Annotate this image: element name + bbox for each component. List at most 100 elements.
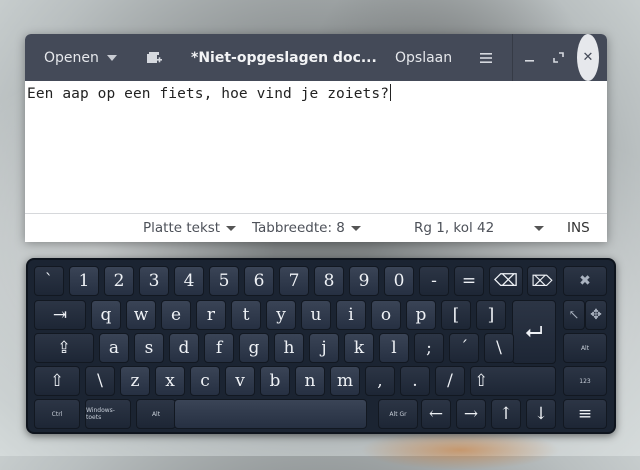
open-button[interactable]: Openen xyxy=(44,34,117,81)
document-text: Een aap op een fiets, hoe vind je zoiets… xyxy=(27,84,392,102)
numeric-mode-key[interactable]: 123 xyxy=(563,366,607,396)
key-semicolon[interactable]: ; xyxy=(414,333,444,363)
minimize-icon[interactable] xyxy=(523,34,537,81)
arrow-up-key[interactable]: ↑ xyxy=(491,399,521,429)
background-highlight xyxy=(360,430,560,470)
key-p[interactable]: p xyxy=(406,300,436,330)
alt-gr-key[interactable]: Alt Gr xyxy=(378,399,418,429)
open-label: Openen xyxy=(44,49,99,66)
key-u[interactable]: u xyxy=(301,300,331,330)
key-8[interactable]: 8 xyxy=(314,266,344,296)
language-label: Platte tekst xyxy=(143,220,221,236)
key-equals[interactable]: = xyxy=(454,266,484,296)
key-6[interactable]: 6 xyxy=(244,266,274,296)
cursor-mode-icon[interactable]: ↖ xyxy=(563,300,585,330)
save-button[interactable]: Opslaan xyxy=(395,34,452,81)
arrow-left-key[interactable]: ← xyxy=(421,399,451,429)
close-icon[interactable]: ✕ xyxy=(577,34,599,81)
delete-key[interactable]: ⌦ xyxy=(527,266,557,296)
arrow-right-key[interactable]: → xyxy=(456,399,486,429)
key-bracket-left[interactable]: [ xyxy=(441,300,471,330)
key-minus[interactable]: - xyxy=(419,266,449,296)
key-3[interactable]: 3 xyxy=(139,266,169,296)
new-document-icon[interactable] xyxy=(143,34,165,81)
key-o[interactable]: o xyxy=(371,300,401,330)
key-9[interactable]: 9 xyxy=(349,266,379,296)
key-f[interactable]: f xyxy=(204,333,234,363)
key-backslash[interactable]: \ xyxy=(484,333,514,363)
maximize-icon[interactable] xyxy=(550,34,566,81)
move-keyboard-icon[interactable]: ✥ xyxy=(585,300,607,330)
caps-lock-key[interactable]: ⇪ xyxy=(34,333,94,363)
key-backslash-2[interactable]: \ xyxy=(85,366,115,396)
key-c[interactable]: c xyxy=(190,366,220,396)
text-editor-window: Openen *Niet-opgeslagen doc... Opslaan ✕… xyxy=(25,34,607,242)
keyboard-menu-key[interactable]: ≡ xyxy=(563,399,607,429)
key-acute[interactable]: ´ xyxy=(449,333,479,363)
enter-key[interactable]: ⮠ xyxy=(512,300,556,364)
text-cursor xyxy=(390,84,392,101)
arrow-down-key[interactable]: ↓ xyxy=(526,399,556,429)
key-k[interactable]: k xyxy=(344,333,374,363)
header-separator xyxy=(512,34,513,81)
tab-key[interactable]: ⇥ xyxy=(34,300,86,330)
tab-width-label: Tabbreedte: 8 xyxy=(252,220,345,236)
key-m[interactable]: m xyxy=(330,366,360,396)
text-area[interactable]: Een aap op een fiets, hoe vind je zoiets… xyxy=(25,81,607,213)
chevron-down-icon xyxy=(534,225,544,231)
status-bar: Platte tekst Tabbreedte: 8 Rg 1, kol 42 … xyxy=(25,213,607,242)
key-backtick[interactable]: ` xyxy=(34,266,64,296)
close-keyboard-key[interactable]: ✖ xyxy=(563,266,607,296)
cursor-position: Rg 1, kol 42 xyxy=(414,220,495,236)
key-7[interactable]: 7 xyxy=(279,266,309,296)
window-title: *Niet-opgeslagen doc... xyxy=(191,49,377,66)
left-shift-key[interactable]: ⇧ xyxy=(34,366,80,396)
key-comma[interactable]: , xyxy=(365,366,395,396)
insert-mode-indicator[interactable]: INS xyxy=(567,214,590,242)
key-5[interactable]: 5 xyxy=(209,266,239,296)
key-r[interactable]: r xyxy=(196,300,226,330)
key-4[interactable]: 4 xyxy=(174,266,204,296)
key-y[interactable]: y xyxy=(266,300,296,330)
ctrl-key[interactable]: Ctrl xyxy=(34,399,80,429)
key-0[interactable]: 0 xyxy=(384,266,414,296)
key-period[interactable]: . xyxy=(400,366,430,396)
key-e[interactable]: e xyxy=(161,300,191,330)
space-key[interactable] xyxy=(174,399,367,429)
key-s[interactable]: s xyxy=(134,333,164,363)
onscreen-keyboard: ` 1 2 3 4 5 6 7 8 9 0 - = ⌫ ⌦ ✖ ⇥ q w e … xyxy=(26,258,616,434)
hamburger-menu-icon[interactable] xyxy=(477,34,495,81)
header-bar: Openen *Niet-opgeslagen doc... Opslaan ✕ xyxy=(25,34,607,81)
alt-key[interactable]: Alt xyxy=(136,399,176,429)
backspace-key[interactable]: ⌫ xyxy=(489,266,523,296)
key-l[interactable]: l xyxy=(379,333,409,363)
key-h[interactable]: h xyxy=(274,333,304,363)
key-x[interactable]: x xyxy=(155,366,185,396)
alt-mode-key[interactable]: Alt xyxy=(563,333,607,363)
chevron-down-icon xyxy=(106,54,117,61)
right-shift-key[interactable]: ⇧ xyxy=(470,366,556,396)
windows-key[interactable]: Windows-toets xyxy=(85,399,131,429)
position-dropdown[interactable] xyxy=(528,214,544,242)
chevron-down-icon xyxy=(350,225,361,231)
key-slash[interactable]: / xyxy=(435,366,465,396)
document-content: Een aap op een fiets, hoe vind je zoiets… xyxy=(27,86,390,102)
key-a[interactable]: a xyxy=(99,333,129,363)
key-v[interactable]: v xyxy=(225,366,255,396)
key-i[interactable]: i xyxy=(336,300,366,330)
chevron-down-icon xyxy=(226,225,237,231)
language-selector[interactable]: Platte tekst xyxy=(143,214,237,242)
tab-width-selector[interactable]: Tabbreedte: 8 xyxy=(252,214,361,242)
key-n[interactable]: n xyxy=(295,366,325,396)
key-bracket-right[interactable]: ] xyxy=(476,300,506,330)
key-1[interactable]: 1 xyxy=(69,266,99,296)
key-t[interactable]: t xyxy=(231,300,261,330)
key-w[interactable]: w xyxy=(126,300,156,330)
key-q[interactable]: q xyxy=(91,300,121,330)
key-b[interactable]: b xyxy=(260,366,290,396)
key-g[interactable]: g xyxy=(239,333,269,363)
key-z[interactable]: z xyxy=(120,366,150,396)
key-d[interactable]: d xyxy=(169,333,199,363)
key-j[interactable]: j xyxy=(309,333,339,363)
key-2[interactable]: 2 xyxy=(104,266,134,296)
